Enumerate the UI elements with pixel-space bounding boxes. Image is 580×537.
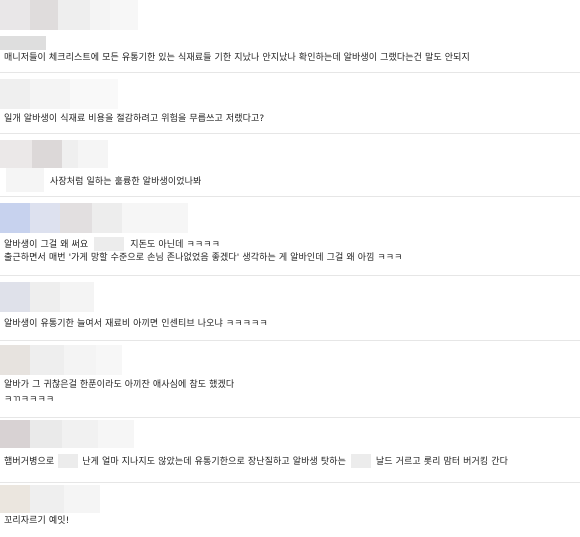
comment-1: 매니저들이 체크리스트에 모든 유통기한 있는 식재료들 기한 지났나 안지났나…: [0, 0, 580, 72]
comment-2: 일개 알바생이 식재료 비용을 절감하려고 위험을 무릅쓰고 저랬다고?: [0, 73, 580, 133]
blurred-profile-strip: [0, 345, 122, 375]
redacted-text: [350, 454, 371, 468]
blurred-profile-strip: [0, 485, 100, 513]
comment-3: 사장처럼 일하는 훌륭한 알바생이었나봐: [0, 134, 580, 196]
comment-text: 일개 알바생이 식재료 비용을 절감하려고 위험을 무릅쓰고 저랬다고?: [4, 114, 265, 124]
redacted-text: [94, 237, 125, 251]
comment-5: 알바생이 유통기한 늘여서 재료비 아끼면 인센티브 나오냐 ㅋㅋㅋㅋㅋ: [0, 276, 580, 340]
comment-6: 알바가 그 귀찮은걸 한푼이라도 아끼잔 애사심에 참도 했겠다 ㅋㄲㅋㅋㅋㅋ: [0, 341, 580, 417]
comment-text-part: 알바생이 그걸 왜 써요: [4, 239, 89, 250]
comment-text: 햄버거병으로 난게 얼마 지나지도 않았는데 유통기한으로 장난질하고 알바생 …: [4, 454, 508, 468]
blurred-profile-strip: [0, 140, 108, 168]
comment-text: 사장처럼 일하는 훌륭한 알바생이었나봐: [50, 177, 202, 187]
comment-7: 햄버거병으로 난게 얼마 지나지도 않았는데 유통기한으로 장난질하고 알바생 …: [0, 418, 580, 482]
comment-text: 알바생이 유통기한 늘여서 재료비 아끼면 인센티브 나오냐 ㅋㅋㅋㅋㅋ: [4, 319, 268, 329]
comment-text: 매니저들이 체크리스트에 모든 유통기한 있는 식재료들 기한 지났나 안지났나…: [4, 53, 470, 63]
blurred-avatar-block: [0, 168, 44, 192]
blurred-profile-strip: [0, 0, 138, 30]
comment-4: 알바생이 그걸 왜 써요 지돈도 아닌데 ㅋㅋㅋㅋ 출근하면서 매번 '가게 망…: [0, 197, 580, 275]
comment-text: 알바가 그 귀찮은걸 한푼이라도 아끼잔 애사심에 참도 했겠다: [4, 380, 235, 390]
blurred-profile-strip: [0, 203, 188, 233]
comment-text: 꼬리자르기 예잇!: [4, 516, 70, 526]
redacted-text: [58, 454, 79, 468]
comment-text-part: 난게 얼마 지나지도 않았는데 유통기한으로 장난질하고 알바생 탓하는: [82, 456, 346, 467]
comment-text-part: 날드 거르고 롯리 맘터 버거킹 간다: [375, 456, 509, 467]
comment-text-part: 햄버거병으로: [4, 456, 55, 467]
comment-text: ㅋㄲㅋㅋㅋㅋ: [4, 395, 55, 405]
blurred-username: [0, 36, 46, 50]
blurred-profile-strip: [0, 282, 94, 312]
comment-text-part: 지돈도 아닌데 ㅋㅋㅋㅋ: [130, 239, 220, 250]
comment-text: 알바생이 그걸 왜 써요 지돈도 아닌데 ㅋㅋㅋㅋ: [4, 237, 220, 251]
comment-text: 출근하면서 매번 '가게 망할 수준으로 손님 존나없었음 좋겠다' 생각하는 …: [4, 253, 403, 263]
blurred-profile-strip: [0, 420, 134, 448]
blurred-profile-strip: [0, 79, 118, 109]
comment-8: 꼬리자르기 예잇!: [0, 483, 580, 537]
